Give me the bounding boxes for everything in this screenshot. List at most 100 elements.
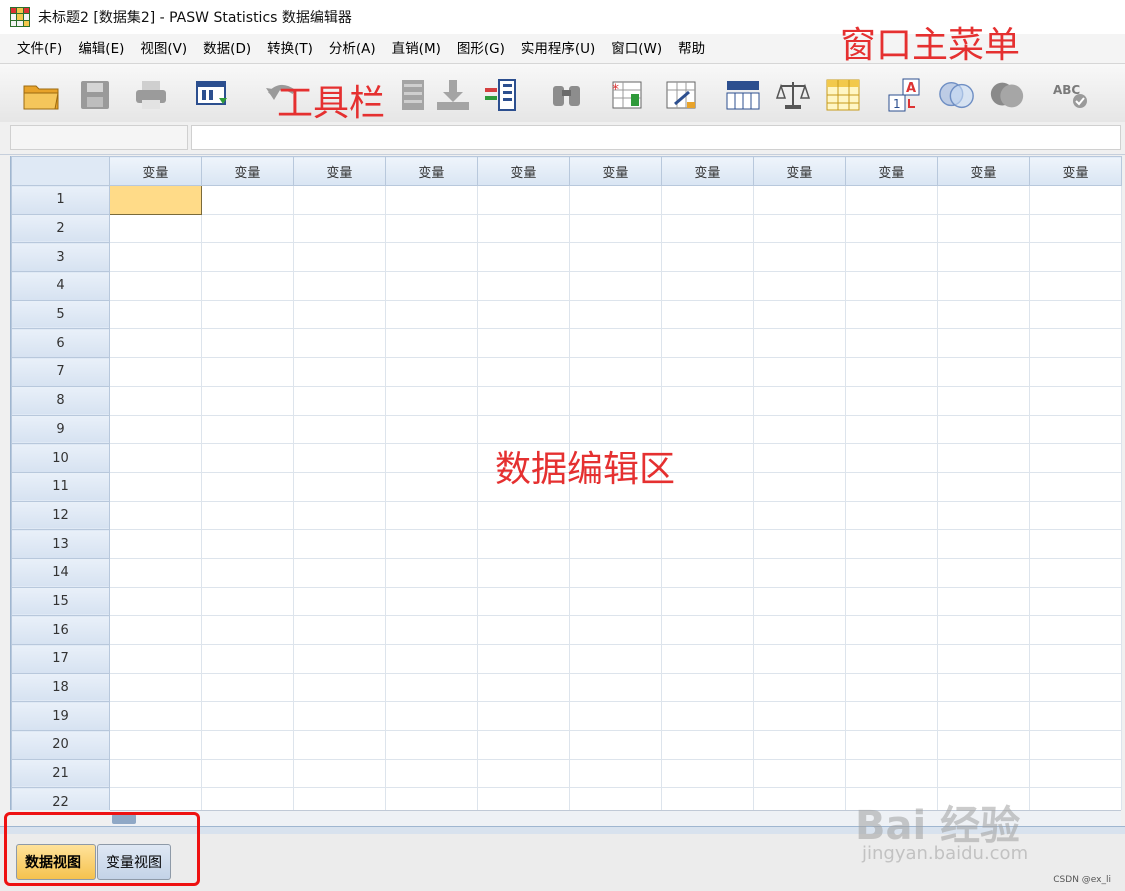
data-cell[interactable] [384,672,478,703]
data-cell[interactable] [384,730,478,760]
data-cell[interactable] [292,672,386,703]
data-cell[interactable] [568,242,662,273]
data-cell[interactable] [752,672,846,703]
data-cell[interactable] [200,557,294,588]
data-cell[interactable] [108,672,202,703]
data-cell[interactable] [384,242,478,273]
data-cell[interactable] [384,471,478,502]
data-cell[interactable] [936,271,1030,301]
weight-cases-icon[interactable] [774,76,812,114]
data-cell[interactable] [752,500,846,531]
data-cell[interactable] [660,701,754,732]
data-cell[interactable] [200,615,294,645]
data-cell[interactable] [292,615,386,645]
row-header[interactable]: 13 [11,529,110,559]
data-cell[interactable] [936,385,1030,416]
menu-marketing[interactable]: 直销(M) [384,34,449,64]
data-cell[interactable] [384,787,478,810]
data-cell[interactable] [568,701,662,732]
data-cell[interactable] [660,357,754,387]
data-cell[interactable] [292,414,386,445]
row-header[interactable]: 1 [11,185,110,215]
data-cell[interactable] [1028,213,1122,244]
data-cell[interactable] [936,758,1030,789]
data-cell[interactable] [1028,328,1122,359]
data-cell[interactable] [844,758,938,789]
data-cell[interactable] [384,758,478,789]
data-cell[interactable] [108,730,202,760]
data-cell[interactable] [660,529,754,559]
data-cell[interactable] [844,328,938,359]
data-cell[interactable] [200,730,294,760]
data-cell[interactable] [752,787,846,810]
data-cell[interactable] [844,529,938,559]
data-cell[interactable] [752,185,846,215]
data-cell[interactable] [292,586,386,617]
select-cases-icon[interactable] [824,76,862,114]
row-header[interactable]: 15 [11,586,110,617]
data-cell[interactable] [752,758,846,789]
row-header[interactable]: 9 [11,414,110,445]
data-cell[interactable] [660,730,754,760]
data-cell[interactable] [1028,500,1122,531]
data-cell[interactable] [108,471,202,502]
data-cell[interactable] [384,644,478,674]
goto-variable-icon[interactable] [434,76,472,114]
dialog-recall-icon[interactable] [194,76,232,114]
data-cell[interactable] [384,586,478,617]
data-cell[interactable] [476,586,570,617]
data-cell[interactable] [936,730,1030,760]
data-cell[interactable] [384,271,478,301]
data-cell[interactable] [752,328,846,359]
data-cell[interactable] [1028,299,1122,330]
data-cell[interactable] [752,529,846,559]
data-cell[interactable] [476,471,570,502]
data-cell[interactable] [844,185,938,215]
data-cell[interactable] [568,787,662,810]
data-cell[interactable] [844,672,938,703]
data-cell[interactable] [1028,529,1122,559]
data-cell[interactable] [936,586,1030,617]
data-cell[interactable] [568,500,662,531]
data-cell[interactable] [752,242,846,273]
data-cell[interactable] [660,299,754,330]
data-cell[interactable] [568,185,662,215]
menu-transform[interactable]: 转换(T) [259,34,321,64]
data-cell[interactable] [108,242,202,273]
column-header[interactable]: 变量 [476,156,570,186]
data-cell[interactable] [200,328,294,359]
data-cell[interactable] [292,471,386,502]
data-cell[interactable] [200,529,294,559]
cell-reference-field[interactable] [10,125,188,150]
data-cell[interactable] [476,385,570,416]
row-header[interactable]: 18 [11,672,110,703]
data-cell[interactable] [384,529,478,559]
data-cell[interactable] [752,357,846,387]
data-cell[interactable] [476,185,570,215]
data-cell[interactable] [108,787,202,810]
data-cell[interactable] [200,357,294,387]
data-cell[interactable] [568,471,662,502]
data-cell[interactable] [936,615,1030,645]
data-cell[interactable] [292,500,386,531]
data-cell[interactable] [936,299,1030,330]
data-cell[interactable] [384,615,478,645]
data-cell[interactable] [936,213,1030,244]
data-cell[interactable] [844,357,938,387]
menu-graphs[interactable]: 图形(G) [449,34,513,64]
data-cell[interactable] [476,644,570,674]
data-cell[interactable] [476,529,570,559]
data-cell[interactable] [568,730,662,760]
menu-view[interactable]: 视图(V) [132,34,195,64]
data-cell[interactable] [476,213,570,244]
data-cell[interactable] [936,500,1030,531]
data-cell[interactable] [568,586,662,617]
column-header[interactable]: 变量 [844,156,938,186]
data-cell[interactable] [844,213,938,244]
data-cell[interactable] [384,701,478,732]
data-cell[interactable] [108,615,202,645]
column-header[interactable]: 变量 [292,156,386,186]
data-cell[interactable] [476,758,570,789]
data-cell[interactable] [660,443,754,473]
insert-cases-icon[interactable]: * [608,76,646,114]
